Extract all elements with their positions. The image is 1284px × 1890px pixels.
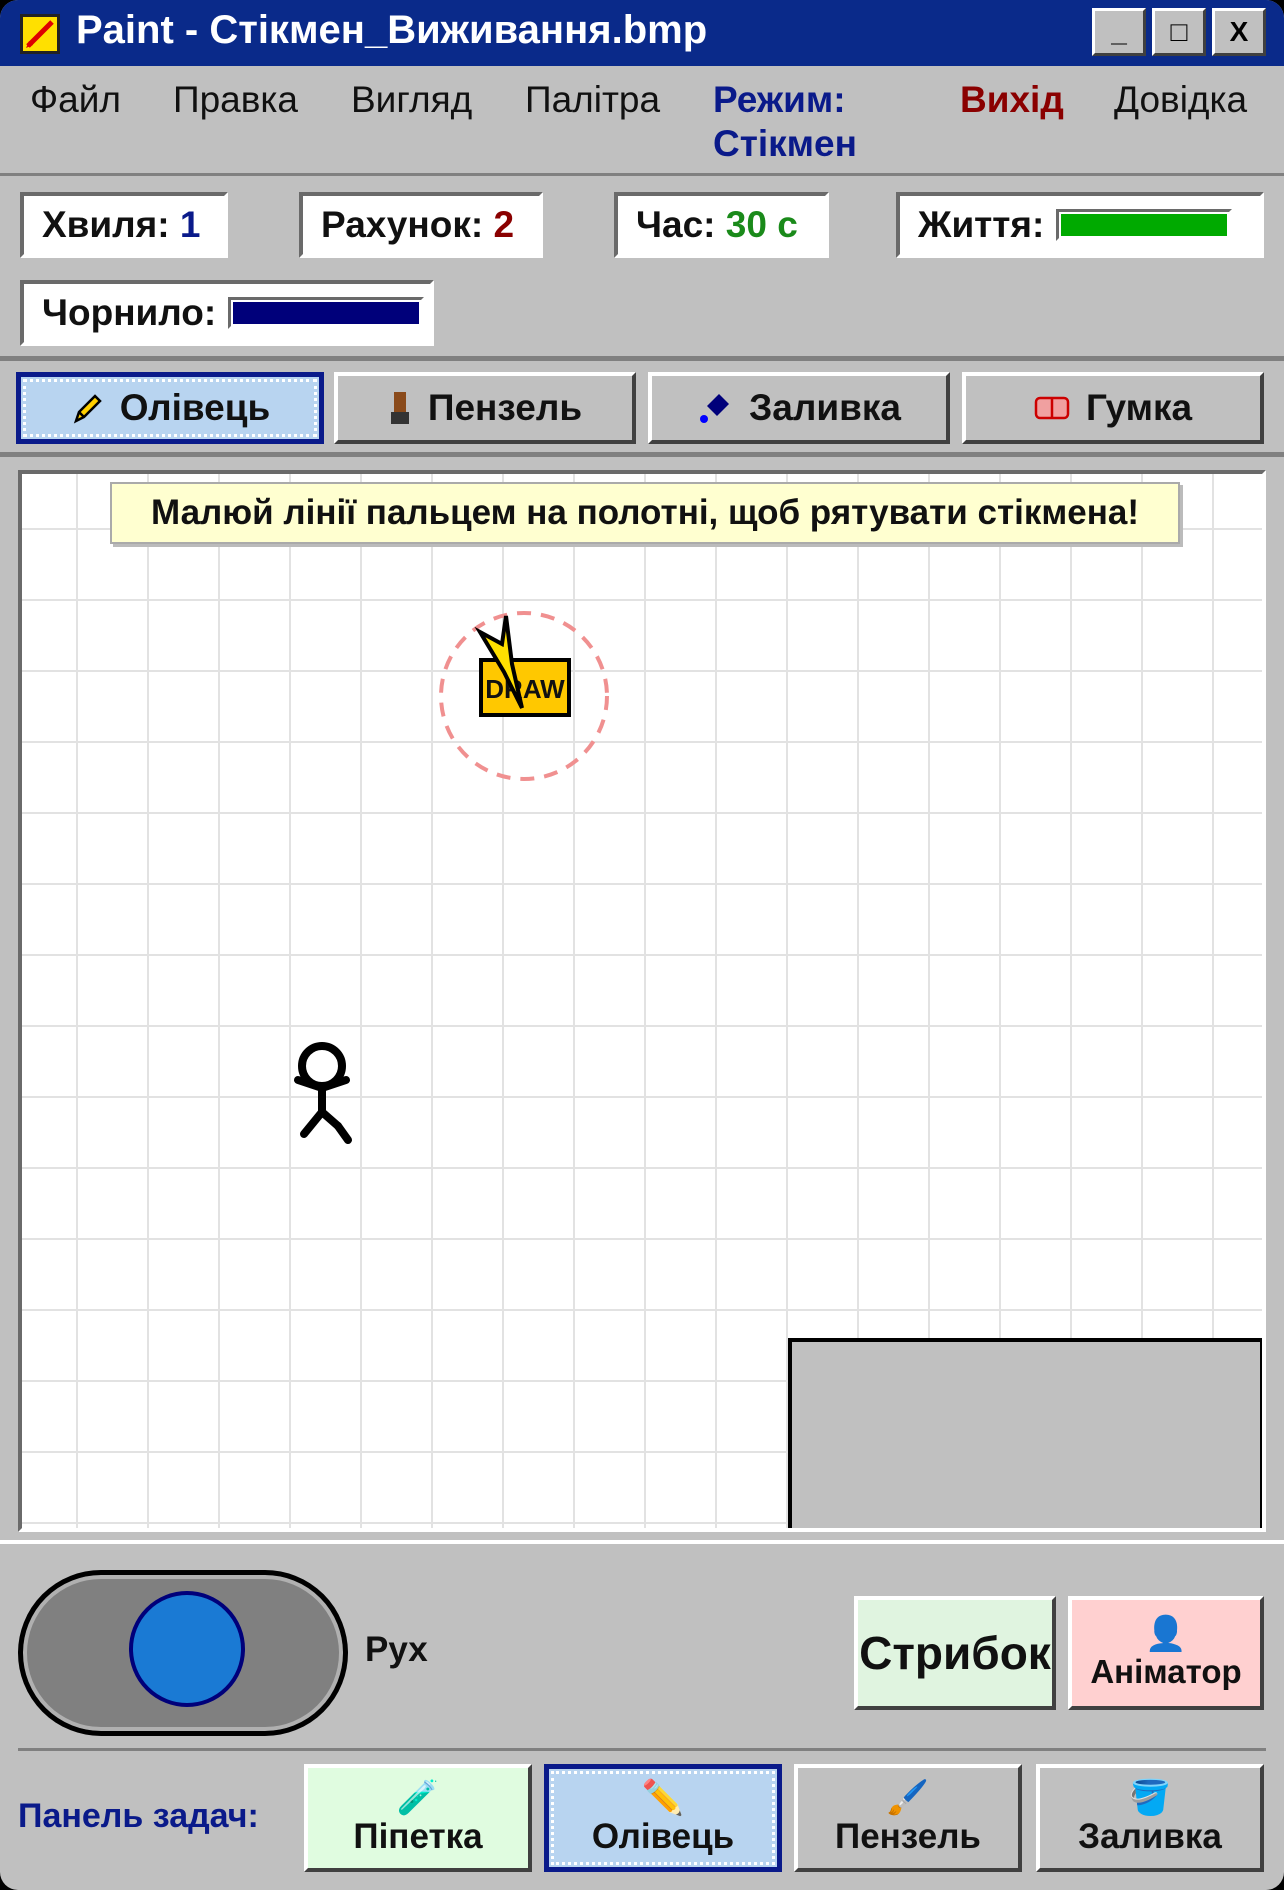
taskbar-fill-label: Заливка xyxy=(1078,1817,1222,1856)
tool-pencil-label: Олівець xyxy=(119,387,271,428)
powerup-label: DRAW xyxy=(485,674,565,704)
animator-label: Аніматор xyxy=(1090,1653,1242,1690)
window-title: Paint - Стікмен_Виживання.bmp xyxy=(76,8,708,52)
joystick-knob[interactable] xyxy=(129,1591,245,1707)
title-bar: Paint - Стікмен_Виживання.bmp _ □ X xyxy=(0,0,1284,66)
menu-view[interactable]: Вигляд xyxy=(351,78,472,122)
wave-value: 1 xyxy=(179,204,201,245)
pencil-icon xyxy=(73,394,102,424)
taskbar-pencil[interactable]: ✏️ Олівець xyxy=(544,1764,782,1872)
wave-label: Хвиля: xyxy=(42,204,170,245)
taskbar-brush-label: Пензель xyxy=(835,1817,981,1856)
brush-icon xyxy=(390,392,409,424)
person-icon: 👤 xyxy=(1144,1615,1188,1653)
tool-fill[interactable]: Заливка xyxy=(648,372,950,444)
maximize-button[interactable]: □ xyxy=(1152,8,1206,56)
wave-counter: Хвиля: 1 xyxy=(20,192,228,258)
taskbar-divider xyxy=(18,1748,1266,1751)
taskbar-brush[interactable]: 🖌️ Пензель xyxy=(794,1764,1022,1872)
bucket-icon: 🪣 xyxy=(1128,1779,1172,1817)
divider xyxy=(0,356,1284,361)
life-bar xyxy=(1056,209,1233,241)
game-window: Paint - Стікмен_Виживання.bmp _ □ X Файл… xyxy=(0,0,1284,1890)
menu-bar: Файл Правка Вигляд Палітра Режим: Стікме… xyxy=(0,66,1284,176)
move-label: Рух xyxy=(365,1630,428,1669)
ink-meter: Чорнило: xyxy=(20,280,434,346)
paint-app-icon xyxy=(20,14,60,54)
taskbar-pencil-label: Олівець xyxy=(591,1817,735,1856)
score-counter: Рахунок: 2 xyxy=(299,192,543,258)
tool-brush[interactable]: Пензель xyxy=(334,372,636,444)
hint-banner: Малюй лінії пальцем на полотні, щоб ряту… xyxy=(110,482,1180,544)
menu-palette[interactable]: Палітра xyxy=(525,78,660,122)
menu-file[interactable]: Файл xyxy=(30,78,121,122)
score-value: 2 xyxy=(493,204,515,245)
menu-mode[interactable]: Режим: Стікмен xyxy=(713,78,857,166)
tool-eraser[interactable]: Гумка xyxy=(962,372,1264,444)
stickman-player xyxy=(294,1042,352,1144)
life-bar-fill xyxy=(1061,214,1228,236)
taskbar-eyedropper[interactable]: 🧪 Піпетка xyxy=(304,1764,532,1872)
fill-bucket-icon xyxy=(700,394,730,423)
ink-label: Чорнило: xyxy=(42,292,217,333)
pencil-icon: ✏️ xyxy=(641,1779,685,1817)
life-label: Життя: xyxy=(918,204,1045,245)
taskbar-eyedropper-label: Піпетка xyxy=(353,1817,483,1856)
menu-edit[interactable]: Правка xyxy=(173,78,298,122)
divider xyxy=(0,1540,1284,1544)
time-value: 30 с xyxy=(725,204,798,245)
drawing-canvas[interactable]: Малюй лінії пальцем на полотні, щоб ряту… xyxy=(18,470,1266,1532)
animator-button[interactable]: 👤 Аніматор xyxy=(1068,1596,1264,1710)
score-label: Рахунок: xyxy=(321,204,484,245)
life-meter: Життя: xyxy=(896,192,1264,258)
taskbar-fill[interactable]: 🪣 Заливка xyxy=(1036,1764,1264,1872)
eraser-icon xyxy=(1034,396,1070,420)
close-button[interactable]: X xyxy=(1212,8,1266,56)
menu-help[interactable]: Довідка xyxy=(1114,78,1247,122)
jump-label: Стрибок xyxy=(859,1627,1051,1679)
paintbrush-icon: 🖌️ xyxy=(886,1779,930,1817)
jump-button[interactable]: Стрибок xyxy=(854,1596,1056,1710)
mode-value: Стікмен xyxy=(713,123,857,164)
tool-pencil[interactable]: Олівець xyxy=(16,372,324,444)
minimize-button[interactable]: _ xyxy=(1092,8,1146,56)
move-joystick[interactable] xyxy=(18,1570,348,1736)
tool-eraser-label: Гумка xyxy=(1085,387,1193,428)
taskbar-label: Панель задач: xyxy=(18,1797,259,1835)
ink-bar-fill xyxy=(233,302,420,324)
gray-platform xyxy=(788,1338,1262,1528)
time-label: Час: xyxy=(636,204,716,245)
draw-powerup[interactable]: DRAW xyxy=(432,604,616,788)
tool-fill-label: Заливка xyxy=(749,387,901,428)
mode-label: Режим: xyxy=(713,79,846,120)
divider xyxy=(0,452,1284,457)
time-counter: Час: 30 с xyxy=(614,192,829,258)
menu-exit[interactable]: Вихід xyxy=(960,78,1064,122)
tool-brush-label: Пензель xyxy=(427,387,583,428)
test-tube-icon: 🧪 xyxy=(396,1779,440,1817)
ink-bar xyxy=(228,297,425,329)
